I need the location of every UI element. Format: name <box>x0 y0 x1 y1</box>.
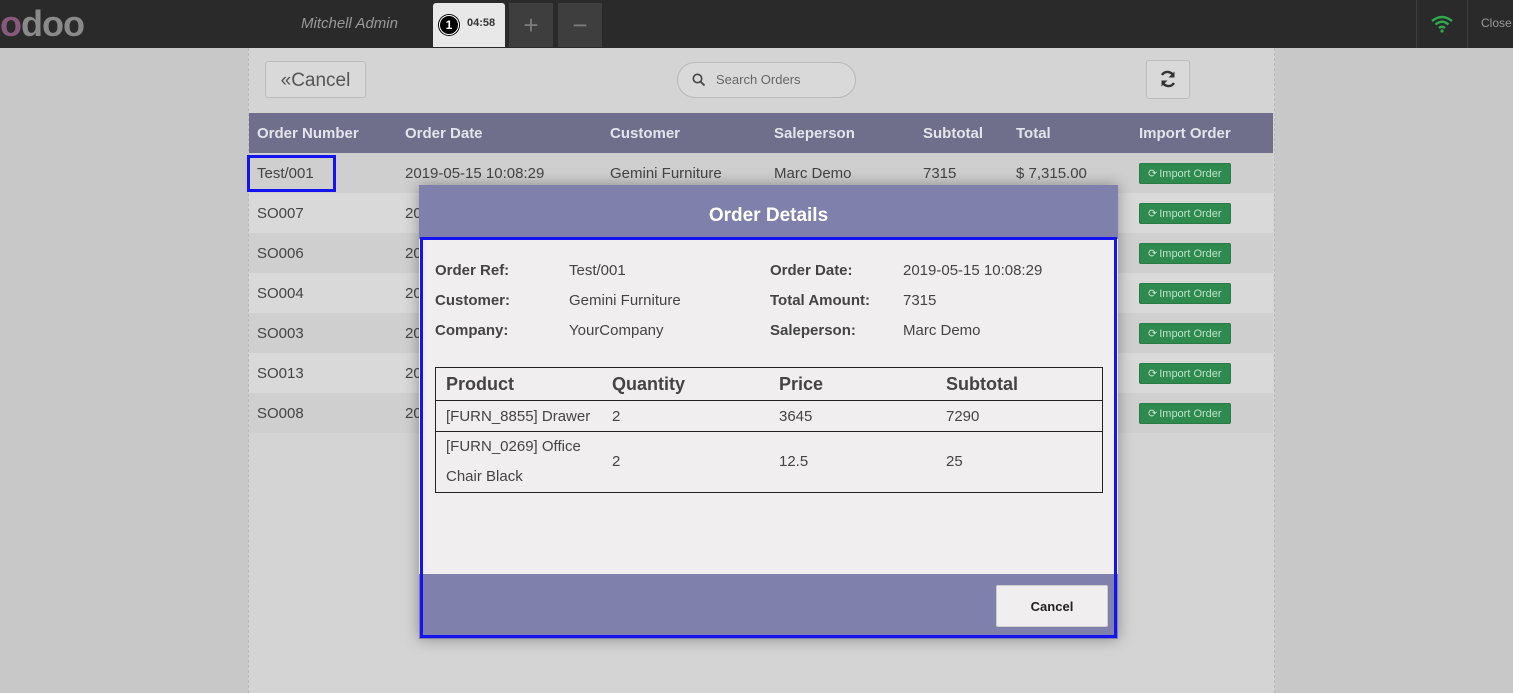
col-order-date: Order Date <box>397 113 602 153</box>
cancel-label: Cancel <box>291 70 351 91</box>
order-tab-number: 1 <box>439 15 459 35</box>
connection-status <box>1416 0 1468 48</box>
order-tab-time: 04:58 <box>467 17 496 29</box>
refresh-icon: ⟳ <box>1148 207 1158 220</box>
refresh-icon: ⟳ <box>1148 407 1158 420</box>
search-icon <box>692 73 706 87</box>
import-order-button[interactable]: ⟳ Import Order <box>1139 322 1231 344</box>
import-order-button[interactable]: ⟳ Import Order <box>1139 162 1231 184</box>
import-order-button[interactable]: ⟳ Import Order <box>1139 362 1231 384</box>
orders-table-header: Order Number Order Date Customer Saleper… <box>249 113 1273 153</box>
selected-order-highlight <box>247 155 336 192</box>
import-order-button[interactable]: ⟳ Import Order <box>1139 202 1231 224</box>
search-input[interactable] <box>714 71 848 88</box>
col-customer: Customer <box>602 113 766 153</box>
dialog-title: Order Details <box>419 185 1118 239</box>
wifi-icon <box>1431 15 1453 33</box>
cancel-button-top[interactable]: «Cancel <box>265 61 366 98</box>
import-order-button[interactable]: ⟳ Import Order <box>1139 242 1231 264</box>
refresh-icon: ⟳ <box>1148 367 1158 380</box>
order-number[interactable]: SO013 <box>249 353 397 393</box>
order-number[interactable]: SO003 <box>249 313 397 353</box>
import-order-button[interactable]: ⟳ Import Order <box>1139 282 1231 304</box>
double-chevron-left-icon: « <box>280 70 292 91</box>
top-bar: odoo Mitchell Admin 1 04:58 + − Close <box>0 0 1513 48</box>
odoo-logo: odoo <box>0 3 85 44</box>
refresh-button[interactable] <box>1146 60 1190 99</box>
order-number[interactable]: SO004 <box>249 273 397 313</box>
refresh-icon: ⟳ <box>1148 287 1158 300</box>
refresh-icon: ⟳ <box>1148 167 1158 180</box>
close-button[interactable]: Close <box>1481 16 1512 30</box>
import-order-button[interactable]: ⟳ Import Order <box>1139 402 1231 424</box>
col-subtotal: Subtotal <box>915 113 1008 153</box>
order-number[interactable]: SO006 <box>249 233 397 273</box>
refresh-icon <box>1160 70 1176 88</box>
col-import-order: Import Order <box>1131 113 1273 153</box>
add-order-button[interactable]: + <box>509 3 553 47</box>
col-saleperson: Saleperson <box>766 113 915 153</box>
order-number[interactable]: SO007 <box>249 193 397 233</box>
remove-order-button[interactable]: − <box>558 3 602 47</box>
username: Mitchell Admin <box>301 15 398 32</box>
col-order-number: Order Number <box>249 113 397 153</box>
order-number[interactable]: SO008 <box>249 393 397 433</box>
refresh-icon: ⟳ <box>1148 247 1158 260</box>
col-total: Total <box>1008 113 1131 153</box>
order-tab[interactable]: 1 04:58 <box>433 3 505 47</box>
search-box[interactable] <box>677 62 856 98</box>
dialog-highlight <box>420 237 1117 638</box>
refresh-icon: ⟳ <box>1148 327 1158 340</box>
